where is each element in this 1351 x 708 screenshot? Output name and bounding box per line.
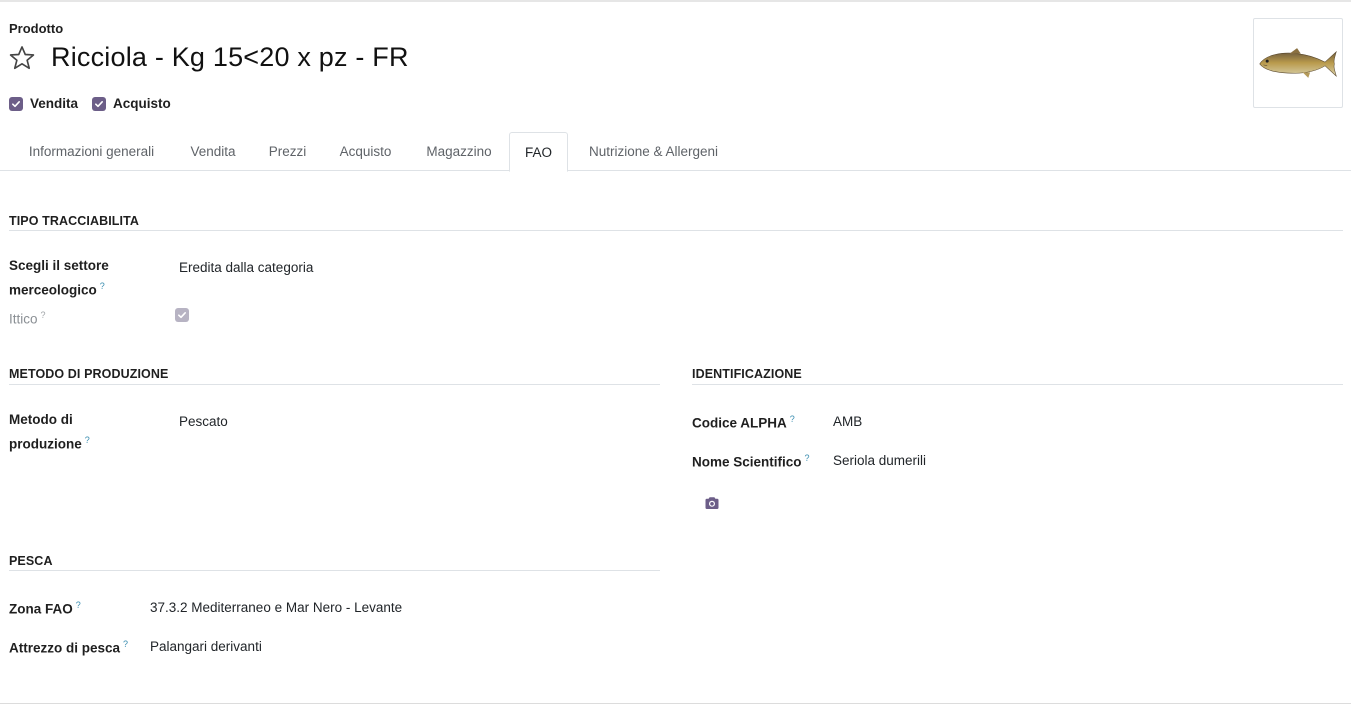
settore-merceologico-label: Scegli il settore merceologico? [9, 255, 109, 301]
product-image[interactable] [1253, 18, 1343, 108]
purchase-ok-checkbox-item[interactable]: Acquisto [92, 96, 171, 111]
zona-fao-label-text: Zona FAO [9, 601, 73, 617]
product-title[interactable]: Ricciola - Kg 15<20 x pz - FR [51, 42, 409, 73]
metodo-label-line2: produzione [9, 436, 82, 452]
purchase-ok-label: Acquisto [113, 96, 171, 111]
settore-merceologico-value[interactable]: Eredita dalla categoria [179, 257, 313, 278]
codice-alpha-label-text: Codice ALPHA [692, 415, 787, 431]
purchase-ok-checkbox[interactable] [92, 96, 107, 111]
help-tooltip-icon[interactable]: ? [41, 310, 46, 320]
product-flags: Vendita Acquisto [9, 96, 185, 111]
tab-informazioni-generali[interactable]: Informazioni generali [10, 132, 173, 171]
section-title-identificazione: IDENTIFICAZIONE [692, 367, 802, 381]
section-divider [692, 384, 1343, 385]
metodo-produzione-label: Metodo di produzione? [9, 409, 90, 455]
bottom-border [0, 703, 1351, 704]
sale-ok-checkbox-item[interactable]: Vendita [9, 96, 78, 111]
sale-ok-label: Vendita [30, 96, 79, 111]
settore-label-line2: merceologico [9, 282, 97, 298]
section-title-metodo-produzione: METODO DI PRODUZIONE [9, 367, 169, 381]
top-border [0, 0, 1351, 2]
tab-acquisto[interactable]: Acquisto [322, 132, 409, 171]
zona-fao-label: Zona FAO? [9, 595, 81, 620]
favorite-star-icon[interactable] [8, 44, 36, 72]
sale-ok-checkbox[interactable] [9, 96, 23, 111]
section-title-tipo-tracciabilita: TIPO TRACCIABILITA [9, 214, 140, 228]
section-divider [9, 570, 660, 571]
nome-scientifico-label: Nome Scientifico? [692, 448, 810, 473]
attrezzo-pesca-label: Attrezzo di pesca? [9, 634, 128, 659]
codice-alpha-value[interactable]: AMB [833, 411, 862, 432]
notebook-tabs: Informazioni generali Vendita Prezzi Acq… [0, 132, 1351, 172]
section-title-pesca: PESCA [9, 554, 53, 568]
fish-image-icon [1259, 48, 1337, 78]
metodo-label-line1: Metodo di [9, 412, 73, 427]
tab-vendita[interactable]: Vendita [173, 132, 253, 171]
codice-alpha-label: Codice ALPHA? [692, 409, 795, 434]
help-tooltip-icon[interactable]: ? [790, 414, 795, 424]
help-tooltip-icon[interactable]: ? [76, 600, 81, 610]
metodo-produzione-value[interactable]: Pescato [179, 411, 228, 432]
ittico-checkbox [175, 308, 189, 322]
attrezzo-pesca-value[interactable]: Palangari derivanti [150, 636, 262, 657]
record-type-label: Prodotto [9, 21, 64, 36]
tab-fao[interactable]: FAO [509, 132, 568, 172]
help-tooltip-icon[interactable]: ? [805, 453, 810, 463]
settore-label-line1: Scegli il settore [9, 258, 109, 273]
section-divider [9, 230, 1343, 231]
ittico-label-text: Ittico [9, 311, 38, 327]
tab-prezzi[interactable]: Prezzi [253, 132, 322, 171]
zona-fao-value[interactable]: 37.3.2 Mediterraneo e Mar Nero - Levante [150, 597, 402, 618]
help-tooltip-icon[interactable]: ? [85, 435, 90, 445]
ittico-label: Ittico? [9, 305, 46, 330]
nome-scientifico-label-text: Nome Scientifico [692, 454, 802, 470]
tab-nutrizione-allergeni[interactable]: Nutrizione & Allergeni [568, 132, 739, 171]
help-tooltip-icon[interactable]: ? [100, 281, 105, 291]
tab-magazzino[interactable]: Magazzino [409, 132, 509, 171]
nome-scientifico-value[interactable]: Seriola dumerili [833, 450, 926, 471]
help-tooltip-icon[interactable]: ? [123, 639, 128, 649]
section-divider [9, 384, 660, 385]
camera-icon[interactable] [704, 496, 720, 510]
attrezzo-pesca-label-text: Attrezzo di pesca [9, 640, 121, 656]
